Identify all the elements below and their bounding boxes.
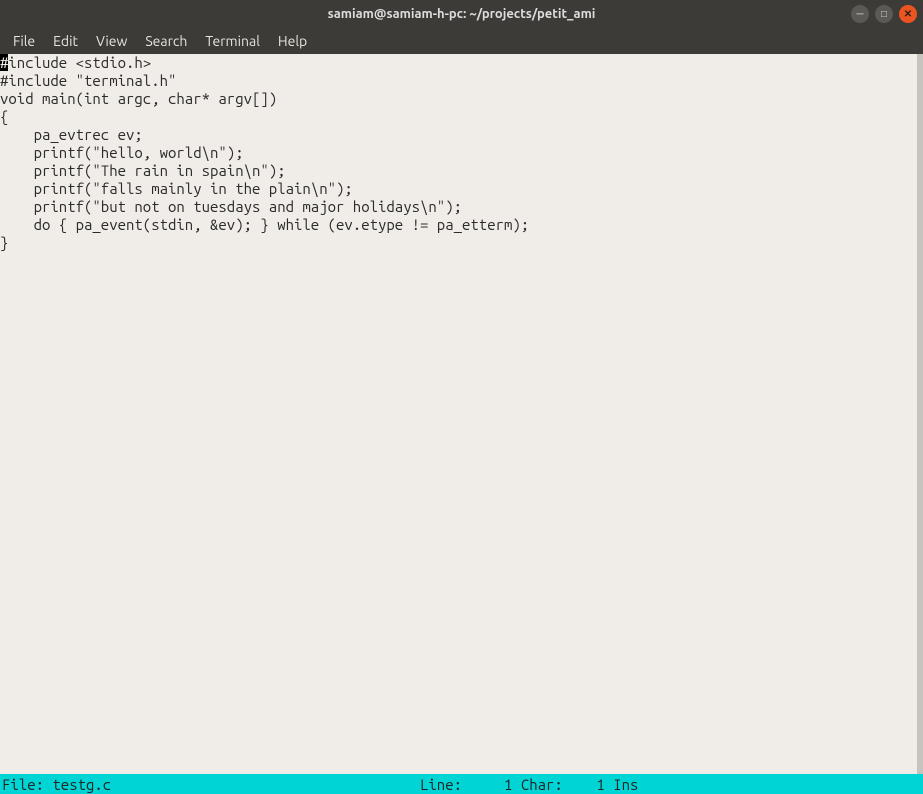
status-char-label: Char:: [512, 776, 562, 793]
status-mode: Ins: [605, 776, 639, 793]
window-title: samiam@samiam-h-pc: ~/projects/petit_ami: [328, 7, 596, 21]
minimize-button[interactable]: ─: [851, 5, 869, 23]
status-char-value: 1: [563, 776, 605, 793]
menubar: File Edit View Search Terminal Help: [0, 28, 923, 54]
code-line: }: [0, 234, 917, 252]
code-line: printf("falls mainly in the plain\n");: [0, 180, 917, 198]
code-line: printf("The rain in spain\n");: [0, 162, 917, 180]
menu-edit[interactable]: Edit: [44, 30, 87, 52]
maximize-icon: □: [881, 8, 887, 20]
status-file-name: testg.c: [52, 776, 111, 793]
code-line: {: [0, 108, 917, 126]
code-line: #include <stdio.h>: [0, 54, 917, 72]
close-button[interactable]: ✕: [899, 5, 917, 23]
statusbar: File: testg.c Line: 1 Char: 1 Ins: [0, 774, 923, 794]
menu-view[interactable]: View: [87, 30, 136, 52]
maximize-button[interactable]: □: [875, 5, 893, 23]
minimize-icon: ─: [856, 8, 863, 20]
status-file-label: File:: [2, 776, 52, 793]
status-line-value: 1: [462, 776, 512, 793]
code-line: do { pa_event(stdin, &ev); } while (ev.e…: [0, 216, 917, 234]
code-line: printf("hello, world\n");: [0, 144, 917, 162]
close-icon: ✕: [904, 8, 912, 20]
status-line-label: Line:: [420, 776, 462, 793]
menu-file[interactable]: File: [4, 30, 44, 52]
code-text: include <stdio.h>: [8, 54, 151, 71]
menu-search[interactable]: Search: [136, 30, 196, 52]
menu-help[interactable]: Help: [269, 30, 316, 52]
code-line: #include "terminal.h": [0, 72, 917, 90]
window-titlebar: samiam@samiam-h-pc: ~/projects/petit_ami…: [0, 0, 923, 28]
code-line: printf("but not on tuesdays and major ho…: [0, 198, 917, 216]
code-line: void main(int argc, char* argv[]): [0, 90, 917, 108]
editor-area[interactable]: #include <stdio.h>#include "terminal.h"v…: [0, 54, 923, 774]
menu-terminal[interactable]: Terminal: [196, 30, 269, 52]
code-line: pa_evtrec ev;: [0, 126, 917, 144]
window-controls: ─ □ ✕: [851, 5, 917, 23]
